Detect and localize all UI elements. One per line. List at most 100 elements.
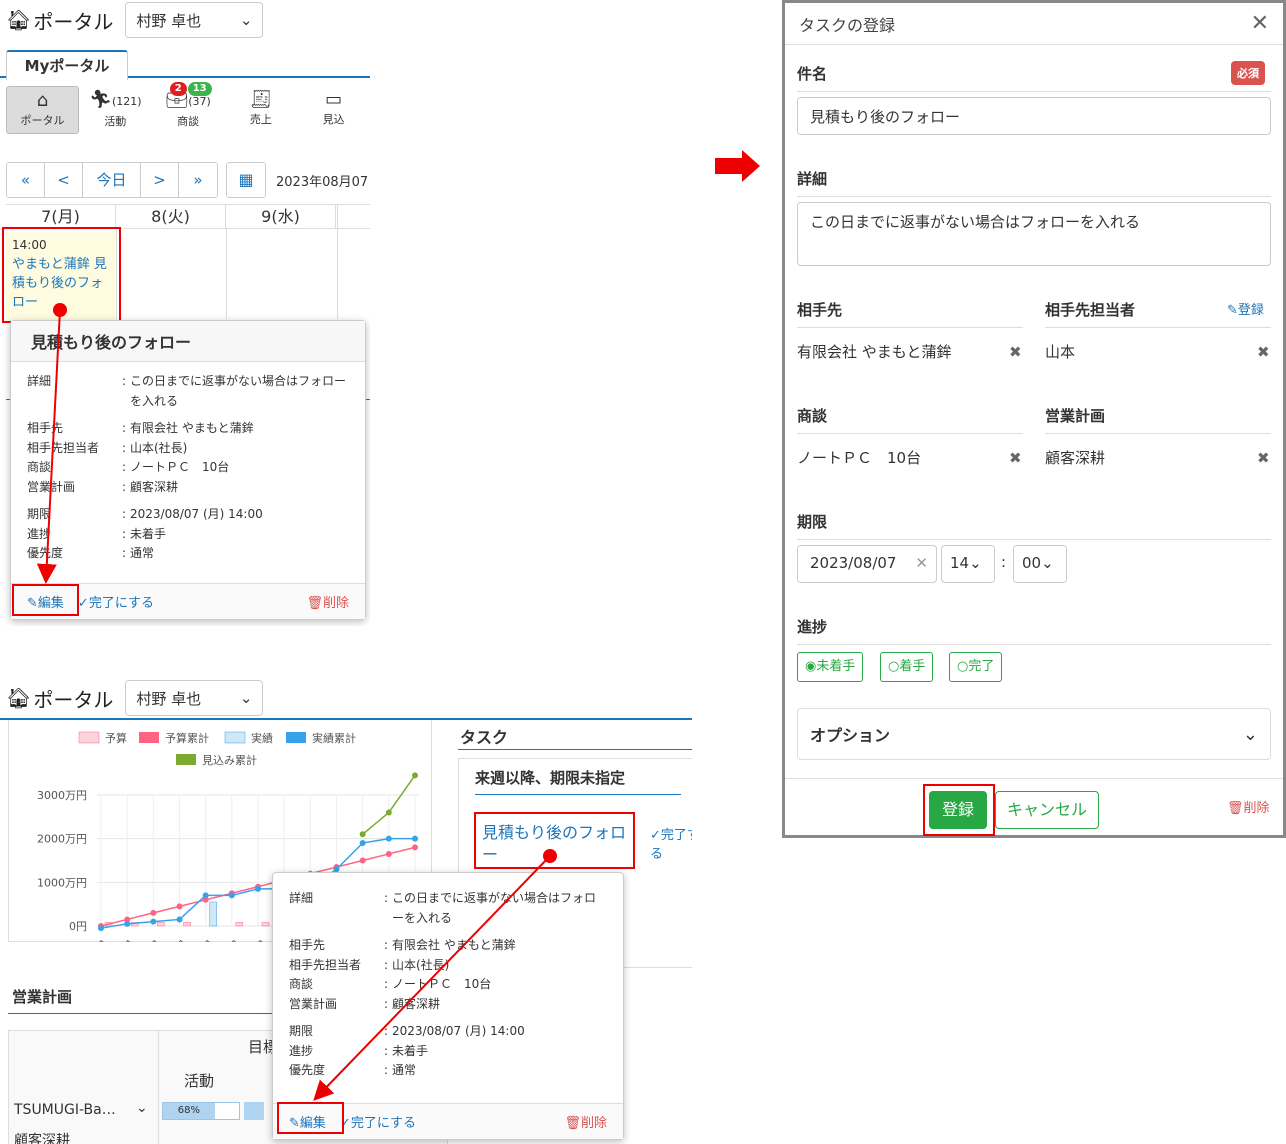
nav-forecast[interactable]: ▭ 見込: [297, 86, 370, 134]
plan-row-name[interactable]: TSUMUGI-Ba…: [14, 1102, 116, 1118]
card-icon: ▭: [325, 89, 343, 110]
subject-input[interactable]: 見積もり後のフォロー: [797, 97, 1271, 135]
series-point: [176, 903, 183, 910]
dialog-delete-link[interactable]: 🗑︎削除: [1227, 797, 1270, 816]
clear-partner-icon[interactable]: ✖: [1009, 343, 1022, 361]
progress-row: 進捗: 未着手: [27, 526, 167, 541]
clear-deal-icon[interactable]: ✖: [1009, 449, 1022, 467]
due-hour-select[interactable]: 14⌄: [941, 545, 995, 583]
series-point: [385, 850, 392, 857]
user-select[interactable]: 村野 卓也 ⌄: [125, 2, 264, 38]
partner-value[interactable]: 有限会社 やまもと蒲鉾: [797, 341, 951, 362]
check-icon: ✓: [77, 596, 89, 611]
series-point: [385, 809, 392, 816]
last-button[interactable]: »: [179, 163, 217, 197]
delete-link[interactable]: 🗑︎削除: [564, 1112, 607, 1131]
popover-title: 見積もり後のフォロー: [11, 321, 365, 362]
nav-sales[interactable]: 🧾︎ 売上: [224, 86, 297, 134]
series-point: [124, 920, 131, 927]
due-date-input[interactable]: 2023/08/07 ✕: [797, 545, 937, 583]
dialog-title: タスクの登録: [799, 15, 896, 35]
chevron-down-icon: ⌄: [239, 11, 253, 29]
partner-row: 相手先: 有限会社 やまもと蒲鉾: [27, 421, 254, 435]
highlight-box: [277, 1102, 344, 1134]
day-header: 8(火): [116, 205, 226, 228]
nav-portal[interactable]: ⌂ ポータル: [6, 86, 79, 134]
event-popover: 見積もり後のフォロー 詳細: この日までに返事がない場合はフォローを入れる 相手先…: [10, 320, 366, 620]
due-row: 期限:2023/08/07 (月) 14:00: [27, 507, 263, 521]
module-nav: ⌂ ポータル 🏃︎(121) 活動 2 13 💼︎(37) 商談 🧾︎ 売上 ▭ 見込: [6, 82, 370, 134]
tab-bar: Myポータル: [0, 40, 370, 80]
first-button[interactable]: «: [7, 163, 45, 197]
series-point: [359, 840, 366, 847]
due-row: 期限:2023/08/07 (月) 14:00: [289, 1024, 525, 1038]
series-point: [412, 844, 418, 851]
run-icon: 🏃︎(121): [89, 89, 142, 110]
legend-label: 予算: [105, 731, 127, 745]
portal-header: 🏠︎ ポータル 村野 卓也 ⌄: [0, 0, 370, 40]
trash-icon: 🗑︎: [1227, 801, 1244, 816]
series-point: [359, 831, 366, 838]
delete-link[interactable]: 🗑︎削除: [306, 592, 349, 611]
close-icon[interactable]: ✕: [1251, 11, 1269, 36]
task-complete-link[interactable]: ✓完了する: [650, 824, 692, 862]
tab-my-portal[interactable]: Myポータル: [6, 50, 128, 80]
progress-completed[interactable]: ○完了: [949, 652, 1003, 682]
plan-value[interactable]: 顧客深耕: [1045, 447, 1105, 468]
due-label: 期限: [797, 513, 828, 531]
x-tick-label: 12月: [165, 938, 191, 942]
complete-link[interactable]: ✓完了にする: [78, 592, 154, 611]
nav-activity[interactable]: 🏃︎(121) 活動: [79, 86, 152, 134]
legend-label: 実績: [251, 731, 273, 745]
portal-home-link[interactable]: 🏠︎ ポータル: [6, 6, 113, 35]
series-point: [412, 835, 418, 842]
prev-button[interactable]: <: [45, 163, 83, 197]
x-tick-label: 11月: [138, 938, 164, 942]
nav-deal[interactable]: 2 13 💼︎(37) 商談: [152, 82, 225, 134]
detail-textarea[interactable]: この日までに返事がない場合はフォローを入れる: [797, 202, 1271, 266]
x-tick-label: 9月: [90, 938, 112, 942]
bottom-portal-panel: 🏠︎ ポータル 村野 卓也 ⌄ 予算 予算累計 実績 実績累計 見込み累計 3000万円 200…: [0, 678, 692, 1144]
radio-checked-icon: ◉: [805, 659, 817, 674]
next-button[interactable]: >: [141, 163, 179, 197]
chart-bar: [157, 922, 165, 927]
options-accordion[interactable]: オプション ⌄: [797, 708, 1271, 760]
plan-row-name[interactable]: 顧客深耕: [14, 1130, 70, 1144]
user-select[interactable]: 村野 卓也 ⌄: [125, 680, 264, 716]
progress-started[interactable]: ○着手: [880, 652, 934, 682]
series-point: [359, 857, 366, 864]
legend-swatch: [224, 731, 246, 744]
home-icon: 🏠︎: [6, 8, 32, 32]
y-tick-label: 3000万円: [37, 789, 87, 802]
calendar-button[interactable]: ▦: [226, 162, 266, 198]
partner-label: 相手先: [797, 301, 843, 319]
progress-not-started[interactable]: ◉未着手: [797, 652, 864, 682]
contact-value[interactable]: 山本: [1045, 341, 1075, 362]
clear-icon[interactable]: ✕: [915, 554, 928, 572]
contact-register-link[interactable]: ✎登録: [1227, 299, 1264, 318]
today-button[interactable]: 今日: [83, 163, 141, 197]
top-portal-panel: 🏠︎ ポータル 村野 卓也 ⌄ Myポータル ⌂ ポータル 🏃︎(121) 活動 2 13…: [0, 0, 370, 626]
due-minute-select[interactable]: 00⌄: [1013, 545, 1067, 583]
series-point: [202, 892, 209, 899]
complete-link[interactable]: ✓完了にする: [340, 1112, 416, 1131]
chart-bar: [183, 922, 191, 927]
chart-bar: [235, 922, 244, 927]
x-tick-label: 3月: [249, 938, 271, 942]
portal-home-link[interactable]: 🏠︎ ポータル: [6, 684, 113, 713]
edit-icon: ✎: [1227, 303, 1238, 318]
progress-bar: [244, 1102, 264, 1120]
clear-contact-icon[interactable]: ✖: [1257, 343, 1270, 361]
deal-value[interactable]: ノートＰＣ 10台: [797, 447, 921, 468]
day-header: 9(水): [226, 205, 336, 228]
progress-row: 進捗: 未着手: [289, 1043, 429, 1058]
series-point: [228, 892, 235, 899]
calendar-days-header: 7(月) 8(火) 9(水): [6, 205, 370, 229]
clear-plan-icon[interactable]: ✖: [1257, 449, 1270, 467]
detail-label: 詳細: [797, 170, 828, 188]
cancel-button[interactable]: キャンセル: [995, 791, 1099, 829]
chevron-down-icon: ⌄: [1041, 554, 1054, 572]
progress-bar: 68%: [162, 1102, 240, 1120]
task-register-dialog: タスクの登録 ✕ 件名 必須 見積もり後のフォロー 詳細 この日までに返事がない…: [782, 0, 1286, 838]
contact-row: 相手先担当者: 山本(社長): [27, 440, 188, 455]
